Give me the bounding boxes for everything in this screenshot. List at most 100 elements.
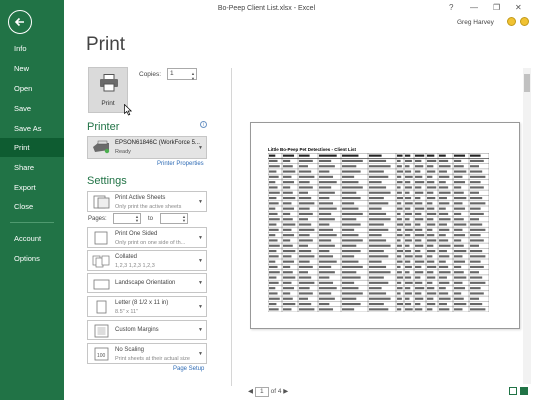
copies-down-icon[interactable]: ▼ (191, 74, 195, 84)
printer-properties-link[interactable]: Printer Properties (157, 161, 204, 167)
pages-to-input[interactable]: ▲ ▼ (160, 213, 188, 224)
cell-text-mark (439, 287, 446, 290)
cell-text-mark (427, 281, 433, 284)
printer-dropdown[interactable]: EPSON61846C (WorkForce 5... Ready ▼ (87, 136, 207, 159)
cell-text-mark (269, 297, 280, 300)
cell-text-mark (369, 297, 391, 300)
info-icon[interactable]: i (200, 121, 207, 128)
preview-scrollbar[interactable] (523, 68, 531, 384)
margins-dropdown[interactable]: Custom Margins ▼ (87, 320, 207, 340)
cell-text-mark (283, 292, 291, 295)
nav-close[interactable]: Close (0, 197, 64, 216)
cell-text-mark (299, 239, 313, 242)
cell-text-mark (299, 255, 315, 258)
cell-text-mark (269, 281, 279, 284)
next-page-icon[interactable]: ▶ (283, 388, 288, 395)
collation-dropdown[interactable]: Collated 1,2,3 1,2,3 1,2,3 ▼ (87, 250, 207, 271)
nav-new[interactable]: New (0, 59, 64, 78)
chevron-down-icon: ▼ (198, 257, 203, 264)
cell-text-mark (454, 175, 463, 178)
sides-dropdown[interactable]: Print One Sided Only print on one side o… (87, 227, 207, 248)
zoom-to-page-icon[interactable] (520, 387, 528, 395)
cell-text-mark (369, 308, 389, 311)
nav-export[interactable]: Export (0, 178, 64, 197)
scrollbar-thumb[interactable] (524, 74, 530, 92)
cell-text-mark (299, 165, 308, 168)
current-page-input[interactable]: 1 (254, 387, 269, 397)
cell-text-mark (454, 287, 466, 290)
nav-save-as[interactable]: Save As (0, 119, 64, 138)
cell-text-mark (439, 170, 447, 173)
cell-text-mark (427, 186, 437, 189)
cell-text-mark (454, 196, 467, 200)
close-window-icon[interactable]: ✕ (515, 3, 522, 12)
cell-text-mark (470, 297, 479, 300)
nav-info[interactable]: Info (0, 39, 64, 58)
nav-print[interactable]: Print (0, 138, 64, 157)
cell-text-mark (369, 302, 384, 306)
cell-text-mark (470, 212, 484, 216)
pages-to-down-icon[interactable]: ▼ (182, 218, 186, 223)
minimize-icon[interactable]: — (470, 3, 478, 12)
cell-text-mark (415, 207, 425, 210)
cell-text-mark (342, 159, 363, 163)
cell-text-mark (439, 271, 451, 274)
nav-account[interactable]: Account (0, 229, 64, 248)
cell-text-mark (439, 175, 450, 178)
help-icon[interactable]: ? (449, 3, 453, 12)
cell-text-mark (405, 212, 412, 216)
cell-text-mark (319, 271, 335, 274)
cell-text-mark (319, 276, 330, 279)
orientation-dropdown[interactable]: Landscape Orientation ▼ (87, 273, 207, 293)
chevron-down-icon: ▼ (198, 350, 203, 357)
show-margins-icon[interactable] (509, 387, 517, 395)
cell-text-mark (342, 170, 361, 173)
copies-input[interactable]: 1 ▲ ▼ (167, 68, 197, 81)
cell-text-mark (405, 297, 410, 300)
cell-text-mark (470, 228, 486, 231)
nav-save[interactable]: Save (0, 99, 64, 118)
cell-text-mark (269, 212, 278, 216)
cell-text-mark (415, 181, 425, 184)
pages-from-down-icon[interactable]: ▼ (135, 218, 139, 223)
restore-icon[interactable]: ❐ (493, 3, 500, 12)
cell-text-mark (269, 181, 276, 184)
nav-open[interactable]: Open (0, 79, 64, 98)
cell-text-mark (283, 223, 296, 226)
page-title: Print (86, 34, 126, 55)
scaling-dropdown[interactable]: 100 No Scaling Print sheets at their act… (87, 343, 207, 364)
back-arrow-icon[interactable] (8, 10, 32, 34)
cell-text-mark (319, 265, 332, 269)
cell-text-mark (427, 234, 435, 237)
nav-options[interactable]: Options (0, 249, 64, 268)
cell-text-mark (269, 228, 279, 231)
smile-icon[interactable] (507, 17, 516, 26)
print-what-dropdown[interactable]: Print Active Sheets Only print the activ… (87, 191, 207, 212)
paper-size-dropdown[interactable]: Letter (8 1/2 x 11 in) 8.5" x 11" ▼ (87, 296, 207, 317)
cell-text-mark (405, 202, 413, 205)
pages-from-input[interactable]: ▲ ▼ (113, 213, 141, 224)
nav-share[interactable]: Share (0, 158, 64, 177)
cell-text-mark (269, 223, 277, 226)
prev-page-icon[interactable]: ◀ (248, 388, 253, 395)
cell-text-mark (415, 154, 425, 157)
cell-text-mark (283, 218, 293, 221)
collation-desc: 1,2,3 1,2,3 1,2,3 (115, 263, 155, 269)
paper-size-icon (96, 300, 107, 314)
cell-text-mark (299, 186, 313, 189)
cell-text-mark (415, 170, 421, 173)
cell-text-mark (369, 196, 384, 200)
page-setup-link[interactable]: Page Setup (173, 366, 204, 372)
frown-icon[interactable] (520, 17, 529, 26)
cell-text-mark (439, 292, 449, 295)
cell-text-mark (299, 228, 315, 231)
cell-text-mark (427, 191, 434, 194)
cell-text-mark (405, 271, 410, 274)
cell-text-mark (470, 287, 481, 290)
settings-heading: Settings (87, 175, 127, 187)
cell-text-mark (470, 170, 483, 173)
user-name[interactable]: Greg Harvey (457, 19, 494, 26)
cell-text-mark (415, 302, 421, 306)
print-button[interactable]: Print (88, 67, 128, 113)
cell-text-mark (415, 234, 425, 237)
